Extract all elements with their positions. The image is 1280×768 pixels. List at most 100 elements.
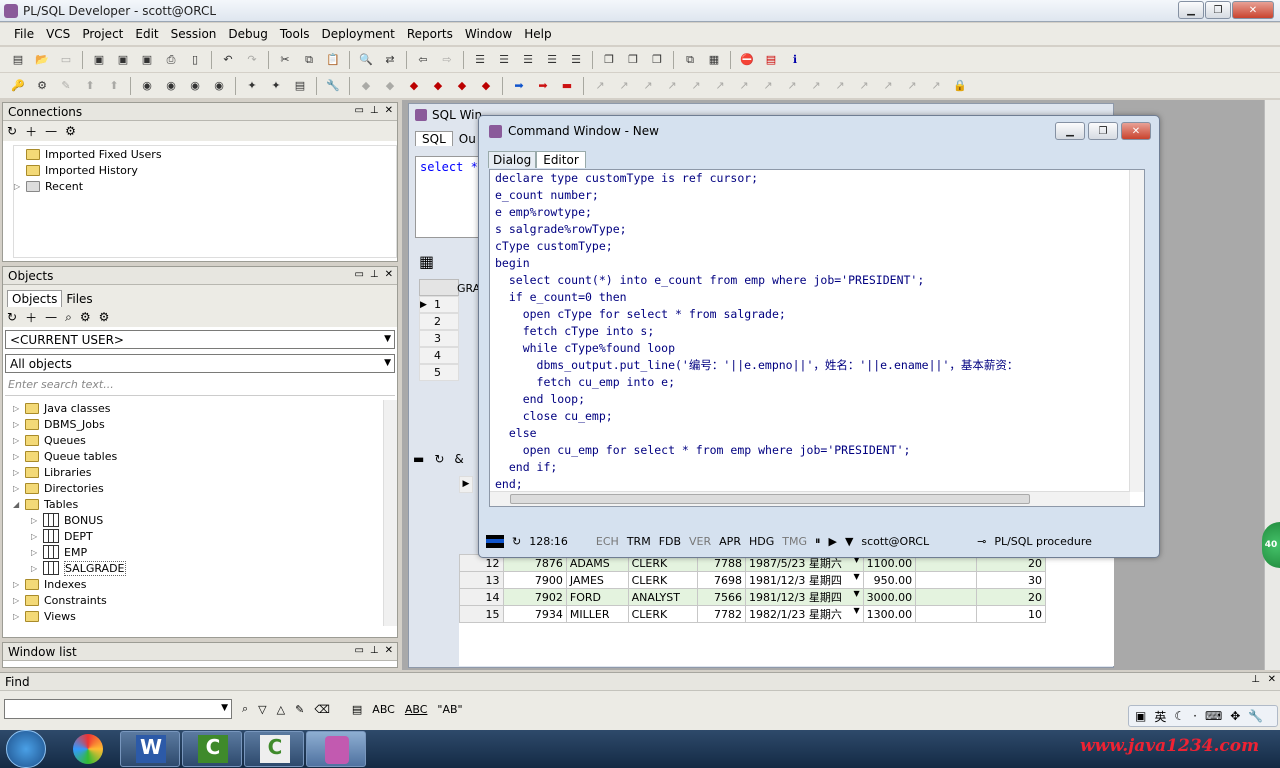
nav-5-icon[interactable]: ↗ (687, 77, 705, 95)
tree-item[interactable]: ▷ Views (13, 608, 397, 624)
pdf-icon[interactable]: ▤ (762, 51, 780, 69)
tree-item[interactable]: ▷ Queues (13, 432, 397, 448)
page-icon[interactable]: ▯ (186, 51, 204, 69)
table-row[interactable]: 14 7902 FORD ANALYST 7566 1981/12/3 星期四 ▼… (459, 588, 1047, 606)
keyboard-icon[interactable]: ⌨ (1205, 709, 1222, 723)
menu-debug[interactable]: Debug (228, 27, 267, 41)
command-icon[interactable]: ◉ (162, 77, 180, 95)
export-icon[interactable]: ⇦ (414, 51, 432, 69)
menu-tools[interactable]: Tools (280, 27, 310, 41)
status-apr[interactable]: APR (719, 535, 741, 548)
taskbar-plsql[interactable] (306, 731, 366, 767)
objects-scrollbar[interactable] (383, 400, 397, 626)
user-combo[interactable]: <CURRENT USER> ▼ (5, 330, 395, 349)
panel-close-icon[interactable]: ✕ (385, 269, 393, 280)
debug-over-icon[interactable]: ◆ (429, 77, 447, 95)
nav-15-icon[interactable]: ↗ (927, 77, 945, 95)
panel-pin-icon[interactable]: ⊥ (370, 269, 379, 280)
redo-icon[interactable]: ↷ (243, 51, 261, 69)
panel-pin-icon[interactable]: ⊥ (370, 105, 379, 116)
stop-icon[interactable]: ⛔ (738, 51, 756, 69)
save-as-icon[interactable]: ▣ (114, 51, 132, 69)
tab-editor[interactable]: Editor (536, 151, 586, 168)
debug-step-icon[interactable]: ◆ (357, 77, 375, 95)
menu-help[interactable]: Help (524, 27, 551, 41)
dot-icon[interactable]: · (1193, 709, 1197, 723)
mdi-scrollbar[interactable] (1264, 100, 1280, 670)
table-row[interactable]: 15 7934 MILLER CLERK 7782 1982/1/23 星期六 ▼… (459, 605, 1047, 623)
code-editor[interactable]: declare type customType is ref cursor; e… (489, 169, 1145, 507)
flag-icon[interactable]: ▬ (413, 452, 424, 466)
wrench-icon[interactable]: 🔧 (324, 77, 342, 95)
nav-12-icon[interactable]: ↗ (855, 77, 873, 95)
debug-into-icon[interactable]: ◆ (381, 77, 399, 95)
eraser-icon[interactable]: ⌫ (314, 703, 330, 716)
taskbar-camtasia-2[interactable]: C (244, 731, 304, 767)
unindent-icon[interactable]: ☰ (495, 51, 513, 69)
tree-item[interactable]: ▷ DBMS_Jobs (13, 416, 397, 432)
minimize-button[interactable]: ▁ (1178, 1, 1204, 19)
open-icon[interactable]: 📂 (33, 51, 51, 69)
save-icon[interactable]: ▣ (90, 51, 108, 69)
panel-close-icon[interactable]: ✕ (385, 645, 393, 656)
format-icon[interactable]: ☰ (567, 51, 585, 69)
nav-14-icon[interactable]: ↗ (903, 77, 921, 95)
moon-icon[interactable]: ☾ (1174, 709, 1185, 723)
panel-min-icon[interactable]: ▭ (354, 269, 363, 280)
panel-min-icon[interactable]: ▭ (354, 645, 363, 656)
nav-13-icon[interactable]: ↗ (879, 77, 897, 95)
tools-icon[interactable]: 🔧 (1248, 709, 1263, 723)
cmd-minimize-button[interactable]: ▁ (1055, 122, 1085, 140)
menu-file[interactable]: File (14, 27, 34, 41)
test-icon[interactable]: ◉ (210, 77, 228, 95)
tree-item[interactable]: ◢ Tables (13, 496, 397, 512)
add-icon[interactable]: ＋ (25, 123, 37, 140)
menu-deployment[interactable]: Deployment (321, 27, 394, 41)
nav-7-icon[interactable]: ↗ (735, 77, 753, 95)
table-row[interactable]: 13 7900 JAMES CLERK 7698 1981/12/3 星期四 ▼ … (459, 571, 1047, 589)
tab-files[interactable]: Files (62, 291, 96, 307)
panel-pin-icon[interactable]: ⊥ (370, 645, 379, 656)
status-ech[interactable]: ECH (596, 535, 619, 548)
tree-item[interactable]: ▷ SALGRADE (13, 560, 397, 576)
code-hscrollbar[interactable] (490, 491, 1130, 506)
tree-item[interactable]: ▷ BONUS (13, 512, 397, 528)
tree-item[interactable]: ▷ EMP (13, 544, 397, 560)
taskbar-word[interactable]: W (120, 731, 180, 767)
refresh-icon[interactable]: ↻ (7, 124, 17, 138)
search-input[interactable]: Enter search text... (5, 378, 395, 396)
menu-reports[interactable]: Reports (407, 27, 453, 41)
taskbar-app-1[interactable] (58, 731, 118, 767)
chevron-down-icon[interactable]: ▼ (845, 535, 853, 548)
compare-icon[interactable]: ✦ (267, 77, 285, 95)
comment-icon[interactable]: ☰ (519, 51, 537, 69)
settings-icon[interactable]: ✥ (1230, 709, 1240, 723)
tree-item[interactable]: ▷ Indexes (13, 576, 397, 592)
menu-edit[interactable]: Edit (135, 27, 158, 41)
ime-language[interactable]: 英 (1154, 708, 1166, 725)
debug-run-icon[interactable]: ◆ (405, 77, 423, 95)
nav-10-icon[interactable]: ↗ (807, 77, 825, 95)
tab-sql[interactable]: SQL (415, 131, 453, 146)
panel-min-icon[interactable]: ▭ (354, 105, 363, 116)
nav-9-icon[interactable]: ↗ (783, 77, 801, 95)
nav-6-icon[interactable]: ↗ (711, 77, 729, 95)
tools-icon[interactable]: ✦ (243, 77, 261, 95)
save-all-icon[interactable]: ▣ (138, 51, 156, 69)
rollback-icon[interactable]: ⬆ (105, 77, 123, 95)
status-hdg[interactable]: HDG (749, 535, 774, 548)
properties-icon[interactable]: ⚙ (65, 124, 76, 138)
window-tile-icon[interactable]: ❐ (624, 51, 642, 69)
menu-window[interactable]: Window (465, 27, 512, 41)
find-prev-icon[interactable]: △ (277, 703, 285, 716)
panel-pin-icon[interactable]: ⊥ (1251, 674, 1260, 685)
uncomment-icon[interactable]: ☰ (543, 51, 561, 69)
tree-item[interactable]: ▷ Java classes (13, 400, 397, 416)
car-icon[interactable]: ▬ (558, 77, 576, 95)
refresh-icon[interactable]: ↻ (434, 452, 444, 466)
pause-icon[interactable]: ⏸ (815, 534, 821, 548)
binoculars-icon[interactable]: ⌕ (242, 702, 248, 716)
menu-session[interactable]: Session (171, 27, 217, 41)
filter-combo[interactable]: All objects ▼ (5, 354, 395, 373)
refresh-icon[interactable]: ↻ (7, 310, 17, 324)
